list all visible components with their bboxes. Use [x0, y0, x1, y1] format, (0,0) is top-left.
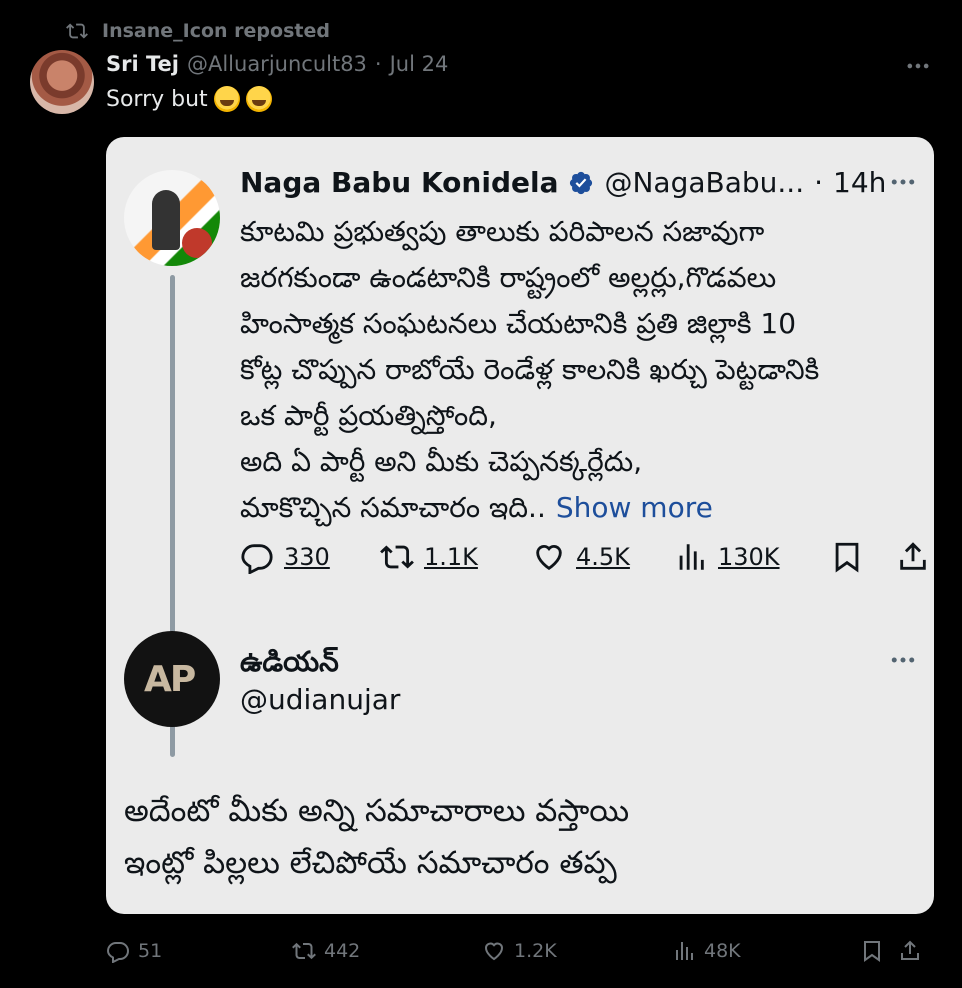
- bookmark-icon: [835, 542, 859, 573]
- tweet-text: Sorry but: [106, 86, 272, 112]
- separator-dot: ·: [814, 166, 824, 199]
- reply-line: అదేంటో మీకు అన్ని సమాచారాలు వస్తాయి: [124, 793, 630, 829]
- repost-icon: [380, 545, 414, 569]
- rofl-emoji-icon: [245, 86, 272, 112]
- repost-button[interactable]: 442: [292, 939, 482, 963]
- quoted-view-count: 130K: [718, 543, 780, 571]
- quoted-reply-count: 330: [284, 543, 330, 571]
- reply-button[interactable]: 51: [106, 939, 292, 963]
- author-handle[interactable]: @Alluarjuncult83: [187, 52, 367, 76]
- reply-line: ఇంట్లో పిల్లలు లేచిపోయే సమాచారం తప్ప: [124, 845, 617, 881]
- quoted-time: 14h: [833, 166, 887, 199]
- tweet-date[interactable]: Jul 24: [390, 52, 449, 76]
- quoted-line: కూటమి ప్రభుత్వపు తాలుకు పరిపాలన సజావుగా: [240, 215, 765, 248]
- tweet-body: Sorry but: [106, 86, 208, 112]
- quoted-line: అది ఏ పార్టీ అని మీకు చెప్పనక్కర్లేదు,: [240, 445, 643, 478]
- reply-icon: [241, 544, 273, 574]
- like-button[interactable]: 1.2K: [482, 939, 672, 963]
- reply-body: అదేంటో మీకు అన్ని సమాచారాలు వస్తాయి ఇంట్…: [124, 785, 629, 889]
- separator-dot: ·: [374, 52, 382, 76]
- reply-author-name: ఉడియన్: [240, 645, 339, 678]
- reply-count: 51: [138, 940, 163, 962]
- author-name[interactable]: Sri Tej: [106, 52, 179, 76]
- quoted-body: కూటమి ప్రభుత్వపు తాలుకు పరిపాలన సజావుగా …: [240, 209, 920, 531]
- tweet-header: Sri Tej @Alluarjuncult83 · Jul 24: [106, 52, 448, 76]
- quoted-line: కోట్ల చొప్పున రాబోయే రెండేళ్ల కాలనికి ఖర…: [240, 353, 820, 386]
- quoted-author-avatar: [124, 170, 220, 266]
- reply-author-avatar: AP: [124, 631, 220, 727]
- quoted-line: హింసాత్మక సంఘటనలు చేయటానికి ప్రతి జిల్లా…: [240, 307, 797, 340]
- view-count: 48K: [704, 940, 741, 962]
- tweet-action-bar: 51 442 1.2K 48K: [106, 932, 936, 970]
- repost-label: Insane_Icon reposted: [102, 20, 330, 42]
- share-icon: [900, 542, 926, 570]
- show-more-link: Show more: [555, 491, 713, 524]
- quoted-view-stat: 130K: [674, 540, 830, 574]
- views-chart-icon: [679, 544, 704, 570]
- repost-icon: [292, 942, 316, 960]
- attached-image[interactable]: Naga Babu Konidela @NagaBabu... · 14h కూ…: [106, 137, 934, 914]
- rofl-emoji-icon: [213, 86, 240, 112]
- views-chart-icon: [676, 942, 693, 960]
- heart-icon: [484, 942, 504, 961]
- repost-count: 442: [324, 940, 361, 962]
- repost-header[interactable]: Insane_Icon reposted: [66, 16, 330, 46]
- quoted-repost-stat: 1.1K: [380, 540, 532, 574]
- quoted-like-count: 4.5K: [576, 543, 630, 571]
- author-avatar[interactable]: [30, 50, 94, 114]
- reply-author-handle: @udianujar: [240, 683, 401, 716]
- quoted-more-icon: [888, 167, 918, 204]
- reply-avatar-text: AP: [144, 659, 196, 700]
- quoted-line-last: మాకొచ్చిన సమాచారం ఇది..: [240, 491, 546, 524]
- quoted-author-name: Naga Babu Konidela: [240, 166, 559, 199]
- more-options-button[interactable]: [904, 52, 936, 80]
- reply-icon: [106, 942, 130, 963]
- share-button[interactable]: [898, 939, 922, 963]
- views-button[interactable]: 48K: [672, 939, 860, 963]
- quoted-action-bar: 330 1.1K 4.5K 130K: [240, 532, 930, 582]
- quoted-reply-stat: 330: [240, 540, 380, 574]
- more-horizontal-icon: [907, 63, 929, 69]
- quoted-line: మాకొచ్చిన సమాచారం ఇది.. Show more: [240, 485, 920, 531]
- quoted-repost-count: 1.1K: [424, 543, 478, 571]
- reply-more-icon: [888, 645, 918, 682]
- quoted-share: [896, 540, 930, 574]
- like-count: 1.2K: [514, 940, 557, 962]
- verified-badge-icon: [570, 171, 593, 194]
- heart-icon: [536, 545, 562, 571]
- share-icon: [901, 940, 919, 960]
- bookmark-button[interactable]: [860, 939, 898, 963]
- bookmark-icon: [864, 941, 880, 962]
- quoted-line: ఒక పార్టీ ప్రయత్నిస్తోంది,: [240, 399, 497, 432]
- quoted-author-handle: @NagaBabu...: [604, 166, 805, 199]
- quoted-bookmark: [830, 540, 896, 574]
- quoted-like-stat: 4.5K: [532, 540, 674, 574]
- quoted-header: Naga Babu Konidela @NagaBabu... · 14h: [240, 166, 886, 199]
- repost-icon: [66, 23, 88, 39]
- quoted-line: జరగకుండా ఉండటానికి రాష్ట్రంలో అల్లర్లు,గ…: [240, 261, 777, 294]
